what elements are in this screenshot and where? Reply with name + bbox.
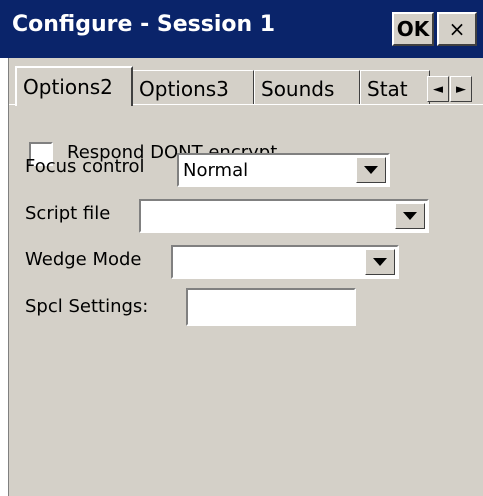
script-file-dropdown-button[interactable]: [395, 203, 425, 229]
chevron-down-icon: [403, 212, 417, 220]
script-file-label: Script file: [25, 203, 111, 224]
focus-control-select[interactable]: Normal: [177, 153, 390, 187]
script-file-select[interactable]: [139, 199, 429, 233]
tab-scroll-left-button[interactable]: ◄: [427, 76, 449, 102]
tab-stat[interactable]: Stat: [360, 70, 430, 104]
focus-control-dropdown-button[interactable]: [356, 157, 386, 183]
configure-dialog: Configure - Session 1 OK × Options3 Soun…: [0, 0, 483, 496]
close-button[interactable]: ×: [437, 12, 477, 46]
dialog-body: Options3 Sounds Stat Options2 ◄ ► Respon…: [8, 58, 483, 496]
focus-control-label: Focus control: [25, 156, 145, 177]
wedge-mode-select[interactable]: [171, 245, 399, 279]
arrow-left-icon: ◄: [433, 81, 443, 97]
tab-strip: Options3 Sounds Stat Options2 ◄ ►: [9, 66, 483, 106]
focus-control-value: Normal: [183, 160, 249, 181]
title-bar: Configure - Session 1 OK ×: [0, 0, 483, 58]
spcl-settings-label: Spcl Settings:: [25, 296, 149, 317]
arrow-right-icon: ►: [456, 81, 466, 97]
tab-scroll-right-button[interactable]: ►: [450, 76, 472, 102]
tab-sounds[interactable]: Sounds: [254, 70, 360, 104]
wedge-mode-label: Wedge Mode: [25, 249, 142, 270]
ok-button[interactable]: OK: [392, 12, 434, 46]
tab-options3[interactable]: Options3: [132, 70, 254, 104]
chevron-down-icon: [373, 258, 387, 266]
spcl-settings-input[interactable]: [186, 288, 356, 326]
wedge-mode-dropdown-button[interactable]: [365, 249, 395, 275]
window-title: Configure - Session 1: [12, 12, 276, 37]
close-icon: ×: [448, 17, 466, 41]
tab-options2[interactable]: Options2: [15, 66, 133, 106]
chevron-down-icon: [364, 166, 378, 174]
